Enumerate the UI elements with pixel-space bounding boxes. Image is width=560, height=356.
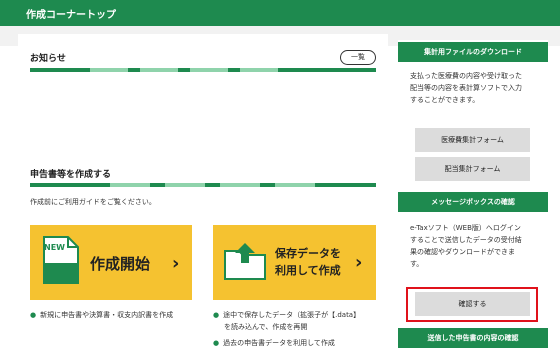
messagebox-text: e-Taxソフト（WEB版）へログイン することで送信したデータの受付結 果の確… xyxy=(410,224,522,268)
chevron-right-icon: › xyxy=(355,252,363,273)
confirm-highlight-frame xyxy=(406,287,538,322)
start-notes: ● 新規に申告書や決算書・収支内訳書を作成 xyxy=(30,309,173,321)
start-create-label: 作成開始 xyxy=(90,255,151,273)
page-title: 作成コーナートップ xyxy=(26,10,116,21)
create-description: 作成前にご利用ガイドをご覧ください。 xyxy=(30,198,156,206)
resume-create-label: 保存データを 利用して作成 xyxy=(275,247,341,277)
notice-list-button[interactable]: 一覧 xyxy=(340,50,376,65)
messagebox-heading: メッセージボックスの確認 xyxy=(398,192,548,212)
notice-title: お知らせ xyxy=(30,54,66,64)
notice-divider xyxy=(30,68,376,72)
sent-return-heading[interactable]: 送信した申告書の内容の確認 xyxy=(398,328,548,348)
new-badge: NEW xyxy=(44,243,65,252)
download-text: 支払った医療費の内容や受け取った 配当等の内容を表計算ソフトで入力 することがで… xyxy=(410,72,522,104)
list-item: ● 新規に申告書や決算書・収支内訳書を作成 xyxy=(30,311,174,319)
list-item: ● 過去の申告書データを利用して作成 xyxy=(213,339,335,347)
list-item: を読み込んで、作成を再開 xyxy=(224,323,308,331)
create-title: 申告書等を作成する xyxy=(30,170,112,180)
folder-upload-icon xyxy=(224,243,266,280)
resume-notes: ● 途中で保存したデータ（拡張子が【.data】 を読み込んで、作成を再開 ● 過去… xyxy=(213,309,360,349)
top-bar: 作成コーナートップ xyxy=(0,0,560,26)
create-divider xyxy=(30,183,376,187)
resume-create-button[interactable]: 保存データを 利用して作成 › xyxy=(213,225,376,300)
start-create-button[interactable]: NEW 作成開始 › xyxy=(30,225,192,300)
medical-expense-form-button[interactable]: 医療費集計フォーム xyxy=(415,128,530,152)
list-item: ● 途中で保存したデータ（拡張子が【.data】 xyxy=(213,311,361,319)
dividend-form-button[interactable]: 配当集計フォーム xyxy=(415,157,530,181)
download-heading: 集計用ファイルのダウンロード xyxy=(398,42,548,62)
chevron-right-icon: › xyxy=(172,253,180,274)
main-panel xyxy=(18,34,388,356)
